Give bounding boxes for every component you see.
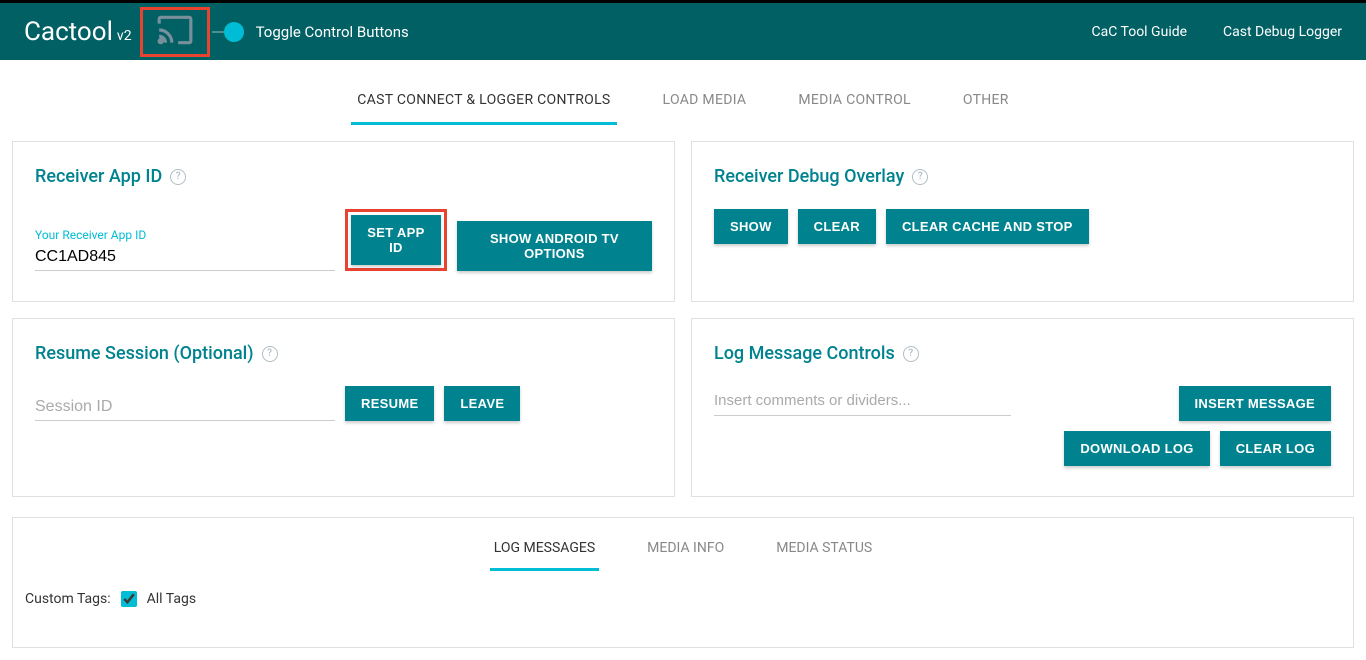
help-icon[interactable]: ? — [170, 169, 186, 185]
clear-log-button[interactable]: CLEAR LOG — [1220, 431, 1331, 466]
app-id-input[interactable] — [35, 244, 335, 271]
custom-tags-row: Custom Tags: All Tags — [13, 571, 1353, 647]
card-receiver-app-id: Receiver App ID ? Your Receiver App ID S… — [12, 141, 675, 302]
app-id-label: Your Receiver App ID — [35, 228, 335, 242]
bottom-panel: LOG MESSAGES MEDIA INFO MEDIA STATUS Cus… — [12, 517, 1354, 648]
cards-grid: Receiver App ID ? Your Receiver App ID S… — [0, 125, 1366, 513]
set-app-id-button[interactable]: SET APP ID — [351, 215, 441, 265]
main-tabs: CAST CONNECT & LOGGER CONTROLS LOAD MEDI… — [0, 60, 1366, 125]
show-android-tv-button[interactable]: SHOW ANDROID TV OPTIONS — [457, 221, 652, 271]
tab-media-info[interactable]: MEDIA INFO — [643, 534, 728, 571]
card-title: Receiver Debug Overlay ? — [714, 166, 1331, 187]
card-title-text: Receiver Debug Overlay — [714, 166, 904, 187]
insert-message-button[interactable]: INSERT MESSAGE — [1179, 386, 1332, 421]
card-title: Receiver App ID ? — [35, 166, 652, 187]
clear-cache-stop-button[interactable]: CLEAR CACHE AND STOP — [886, 209, 1089, 244]
tab-log-messages[interactable]: LOG MESSAGES — [490, 534, 599, 571]
brand: Cactool v2 — [24, 17, 132, 47]
card-title-text: Resume Session (Optional) — [35, 343, 254, 364]
card-title: Resume Session (Optional) ? — [35, 343, 652, 364]
help-icon[interactable]: ? — [262, 346, 278, 362]
card-log-controls: Log Message Controls ? INSERT MESSAGE DO… — [691, 318, 1354, 497]
tab-other[interactable]: OTHER — [957, 84, 1015, 125]
session-id-input[interactable] — [35, 394, 335, 421]
brand-version: v2 — [117, 28, 132, 44]
tab-cast-connect[interactable]: CAST CONNECT & LOGGER CONTROLS — [351, 84, 616, 125]
card-title-text: Receiver App ID — [35, 166, 162, 187]
toggle-label: Toggle Control Buttons — [256, 23, 409, 41]
show-button[interactable]: SHOW — [714, 209, 788, 244]
cast-icon[interactable] — [152, 11, 198, 53]
set-app-id-highlight: SET APP ID — [345, 209, 447, 271]
toggle-switch[interactable] — [224, 22, 244, 42]
card-debug-overlay: Receiver Debug Overlay ? SHOW CLEAR CLEA… — [691, 141, 1354, 302]
tab-load-media[interactable]: LOAD MEDIA — [657, 84, 753, 125]
brand-name: Cactool — [24, 17, 113, 47]
tab-media-status[interactable]: MEDIA STATUS — [772, 534, 876, 571]
link-cac-tool-guide[interactable]: CaC Tool Guide — [1092, 24, 1188, 40]
download-log-button[interactable]: DOWNLOAD LOG — [1064, 431, 1209, 466]
help-icon[interactable]: ? — [912, 169, 928, 185]
card-title: Log Message Controls ? — [714, 343, 1331, 364]
clear-button[interactable]: CLEAR — [798, 209, 876, 244]
top-bar: Cactool v2 Toggle Control Buttons CaC To… — [0, 0, 1366, 60]
leave-button[interactable]: LEAVE — [444, 386, 520, 421]
tab-media-control[interactable]: MEDIA CONTROL — [792, 84, 917, 125]
link-cast-debug-logger[interactable]: Cast Debug Logger — [1223, 24, 1342, 40]
all-tags-checkbox[interactable] — [121, 591, 137, 607]
cast-icon-highlight — [140, 7, 210, 57]
all-tags-label: All Tags — [147, 591, 196, 607]
resume-button[interactable]: RESUME — [345, 386, 434, 421]
bottom-tabs: LOG MESSAGES MEDIA INFO MEDIA STATUS — [13, 518, 1353, 571]
card-title-text: Log Message Controls — [714, 343, 895, 364]
log-comment-input[interactable] — [714, 386, 1011, 416]
card-resume-session: Resume Session (Optional) ? RESUME LEAVE — [12, 318, 675, 497]
help-icon[interactable]: ? — [903, 346, 919, 362]
custom-tags-label: Custom Tags: — [25, 591, 111, 607]
